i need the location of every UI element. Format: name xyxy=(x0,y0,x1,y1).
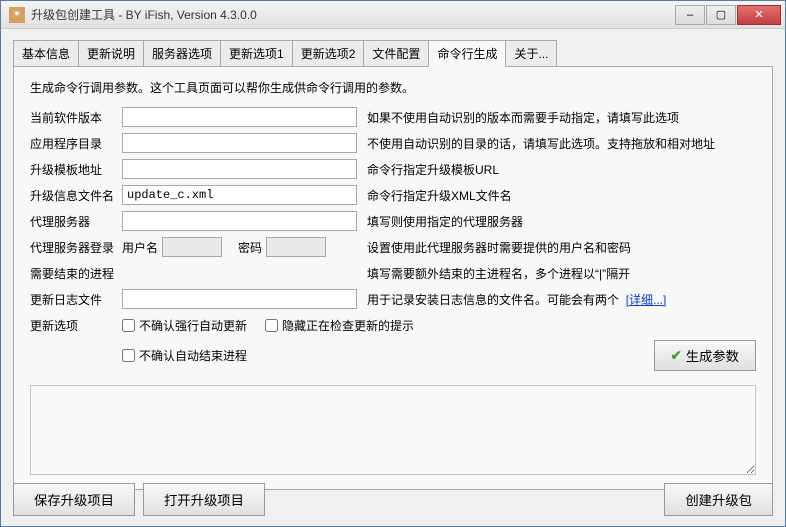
create-package-button[interactable]: 创建升级包 xyxy=(664,483,773,516)
tab-files[interactable]: 文件配置 xyxy=(363,40,429,66)
row-proxy: 代理服务器 填写则使用指定的代理服务器 xyxy=(30,210,756,232)
tab-server[interactable]: 服务器选项 xyxy=(143,40,221,66)
input-logfile[interactable] xyxy=(122,289,357,309)
desc-xmlfile: 命令行指定升级XML文件名 xyxy=(367,187,756,204)
maximize-button[interactable]: ▢ xyxy=(706,5,736,25)
window-controls: – ▢ ✕ xyxy=(675,5,781,25)
desc-template: 命令行指定升级模板URL xyxy=(367,161,756,178)
check-icon: ✔ xyxy=(671,348,682,364)
row-options: 更新选项 不确认强行自动更新 隐藏正在检查更新的提示 xyxy=(30,314,756,336)
row-termproc: 需要结束的进程 填写需要额外结束的主进程名，多个进程以“|”隔开 xyxy=(30,262,756,284)
close-button[interactable]: ✕ xyxy=(737,5,781,25)
tab-update1[interactable]: 更新选项1 xyxy=(220,40,293,66)
output-textarea[interactable] xyxy=(30,385,756,475)
generate-button[interactable]: ✔生成参数 xyxy=(654,340,756,371)
tab-bar: 基本信息 更新说明 服务器选项 更新选项1 更新选项2 文件配置 命令行生成 关… xyxy=(13,40,773,67)
window-title: 升级包创建工具 - BY iFish, Version 4.3.0.0 xyxy=(31,6,675,23)
link-details[interactable]: [详细...] xyxy=(626,293,667,307)
desc-version: 如果不使用自动识别的版本而需要手动指定，请填写此选项 xyxy=(367,109,756,126)
label-options: 更新选项 xyxy=(30,317,122,334)
tab-about[interactable]: 关于... xyxy=(505,40,557,66)
titlebar[interactable]: ✶ 升级包创建工具 - BY iFish, Version 4.3.0.0 – … xyxy=(1,1,785,29)
label-logfile: 更新日志文件 xyxy=(30,291,122,308)
intro-text: 生成命令行调用参数。这个工具页面可以帮你生成供命令行调用的参数。 xyxy=(30,79,756,96)
label-proxylogin: 代理服务器登录 xyxy=(30,239,122,256)
cb-auto-terminate[interactable]: 不确认自动结束进程 xyxy=(122,347,247,364)
tab-notes[interactable]: 更新说明 xyxy=(78,40,144,66)
label-xmlfile: 升级信息文件名 xyxy=(30,187,122,204)
row-options2: 不确认自动结束进程 ✔生成参数 xyxy=(30,340,756,371)
desc-proxy: 填写则使用指定的代理服务器 xyxy=(367,213,756,230)
input-version[interactable] xyxy=(122,107,357,127)
minimize-button[interactable]: – xyxy=(675,5,705,25)
row-logfile: 更新日志文件 用于记录安装日志信息的文件名。可能会有两个 [详细...] xyxy=(30,288,756,310)
row-appdir: 应用程序目录 不使用自动识别的目录的话，请填写此选项。支持拖放和相对地址 xyxy=(30,132,756,154)
cb-hide-checking[interactable]: 隐藏正在检查更新的提示 xyxy=(265,317,414,334)
save-project-button[interactable]: 保存升级项目 xyxy=(13,483,135,516)
input-username[interactable] xyxy=(162,237,222,257)
row-proxylogin: 代理服务器登录 用户名 密码 设置使用此代理服务器时需要提供的用户名和密码 xyxy=(30,236,756,258)
input-template[interactable] xyxy=(122,159,357,179)
footer: 保存升级项目 打开升级项目 创建升级包 xyxy=(13,483,773,516)
content: 基本信息 更新说明 服务器选项 更新选项1 更新选项2 文件配置 命令行生成 关… xyxy=(1,29,785,502)
open-project-button[interactable]: 打开升级项目 xyxy=(143,483,265,516)
desc-termproc: 填写需要额外结束的主进程名，多个进程以“|”隔开 xyxy=(367,265,756,282)
row-template: 升级模板地址 命令行指定升级模板URL xyxy=(30,158,756,180)
label-version: 当前软件版本 xyxy=(30,109,122,126)
input-appdir[interactable] xyxy=(122,133,357,153)
tab-basic[interactable]: 基本信息 xyxy=(13,40,79,66)
desc-proxylogin: 设置使用此代理服务器时需要提供的用户名和密码 xyxy=(367,239,756,256)
label-password: 密码 xyxy=(238,239,262,256)
row-version: 当前软件版本 如果不使用自动识别的版本而需要手动指定，请填写此选项 xyxy=(30,106,756,128)
tab-cmdline[interactable]: 命令行生成 xyxy=(428,40,506,67)
row-xmlfile: 升级信息文件名 命令行指定升级XML文件名 xyxy=(30,184,756,206)
tab-update2[interactable]: 更新选项2 xyxy=(292,40,365,66)
input-xmlfile[interactable] xyxy=(122,185,357,205)
label-termproc: 需要结束的进程 xyxy=(30,265,122,282)
label-template: 升级模板地址 xyxy=(30,161,122,178)
desc-logfile: 用于记录安装日志信息的文件名。可能会有两个 [详细...] xyxy=(367,291,756,308)
label-username: 用户名 xyxy=(122,239,158,256)
input-password[interactable] xyxy=(266,237,326,257)
cb-force-update[interactable]: 不确认强行自动更新 xyxy=(122,317,247,334)
input-proxy[interactable] xyxy=(122,211,357,231)
label-appdir: 应用程序目录 xyxy=(30,135,122,152)
desc-appdir: 不使用自动识别的目录的话，请填写此选项。支持拖放和相对地址 xyxy=(367,135,756,152)
label-proxy: 代理服务器 xyxy=(30,213,122,230)
app-window: ✶ 升级包创建工具 - BY iFish, Version 4.3.0.0 – … xyxy=(0,0,786,527)
app-icon: ✶ xyxy=(9,7,25,23)
tab-panel-cmdline: 生成命令行调用参数。这个工具页面可以帮你生成供命令行调用的参数。 当前软件版本 … xyxy=(13,66,773,490)
